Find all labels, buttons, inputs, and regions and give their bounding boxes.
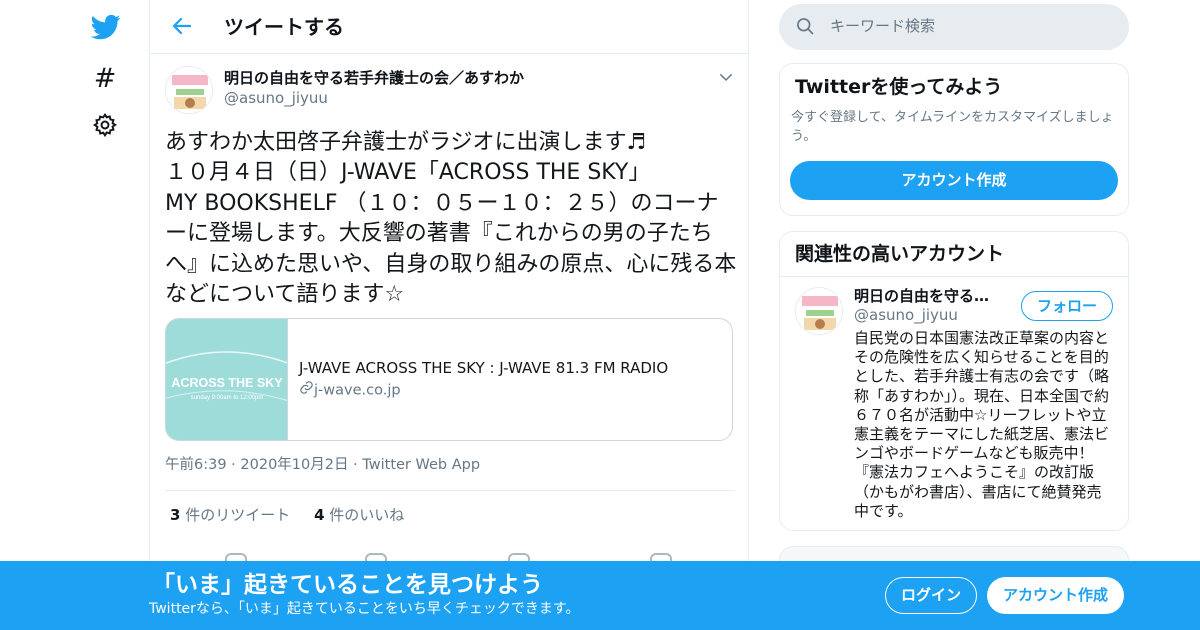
follow-button[interactable]: フォロー (1021, 291, 1113, 321)
author-handle[interactable]: @asuno_jiyuu (224, 88, 328, 108)
signup-description: 今すぐ登録して、タイムラインをカスタマイズしましょう。 (791, 110, 1114, 144)
related-name[interactable]: 明日の自由を守る若手弁護士の会／あすわか (854, 286, 1004, 306)
likes-label: 件のいいね (329, 506, 405, 524)
card-thumb-title: ACROSS THE SKY (171, 376, 283, 390)
link-icon (299, 380, 314, 401)
card-title: J-WAVE ACROSS THE SKY : J-WAVE 81.3 FM R… (299, 359, 669, 377)
tweet-time[interactable]: 午前6:39 (165, 457, 227, 473)
banner-create-account-button[interactable]: アカウント作成 (987, 577, 1124, 614)
twitter-bird-icon[interactable] (90, 12, 122, 42)
card-thumb-subtitle: sunday 9:00am to 12:00pm (191, 395, 264, 401)
create-account-button[interactable]: アカウント作成 (790, 161, 1118, 200)
tweet-stats: 3 件のリツイート 4 件のいいね (170, 505, 404, 525)
signup-title: Twitterを使ってみよう (795, 76, 1003, 98)
login-button[interactable]: ログイン (885, 577, 977, 614)
divider (165, 490, 734, 491)
related-avatar[interactable] (795, 287, 843, 335)
banner-subtitle: Twitterなら、「いま」起きていることをいち早くチェックできます。 (149, 601, 580, 617)
author-name[interactable]: 明日の自由を守る若手弁護士の会／あすわか (224, 68, 524, 88)
card-thumbnail: ACROSS THE SKY sunday 9:00am to 12:00pm (166, 319, 288, 440)
related-bio: 自民党の日本国憲法改正草案の内容とその危険性を広く知らせることを目的とした、若手… (854, 329, 1110, 520)
tweet-date[interactable]: 2020年10月2日 (240, 457, 348, 473)
card-domain: j-wave.co.jp (299, 380, 401, 401)
likes-stat[interactable]: 4 件のいいね (314, 506, 404, 524)
tweet-meta: 午前6:39 · 2020年10月2日 · Twitter Web App (165, 455, 480, 475)
meta-dot: · (353, 457, 363, 473)
meta-dot: · (231, 457, 241, 473)
likes-count: 4 (314, 506, 325, 524)
retweets-count: 3 (170, 506, 181, 524)
chevron-down-icon[interactable] (717, 68, 735, 86)
back-arrow-icon[interactable] (170, 14, 194, 38)
hashtag-icon[interactable]: # (92, 64, 118, 94)
retweets-label: 件のリツイート (185, 506, 291, 524)
page-title: ツイートする (224, 15, 344, 39)
search-icon (795, 16, 815, 36)
card-domain-text: j-wave.co.jp (314, 382, 401, 399)
related-title: 関連性の高いアカウント (795, 243, 1005, 265)
divider (780, 276, 1128, 277)
author-avatar[interactable] (165, 66, 213, 114)
tweet-text: あすわか太田啓子弁護士がラジオに出演します♬ １０月４日（日）J-WAVE「AC… (165, 130, 737, 308)
retweets-stat[interactable]: 3 件のリツイート (170, 506, 290, 524)
tweet-source[interactable]: Twitter Web App (362, 457, 480, 473)
search-placeholder[interactable]: キーワード検索 (830, 16, 935, 36)
link-card[interactable]: ACROSS THE SKY sunday 9:00am to 12:00pm … (165, 318, 733, 441)
related-handle[interactable]: @asuno_jiyuu (854, 305, 958, 325)
gear-icon[interactable] (92, 112, 118, 138)
banner-title: 「いま」起きていることを見つけよう (152, 572, 543, 598)
